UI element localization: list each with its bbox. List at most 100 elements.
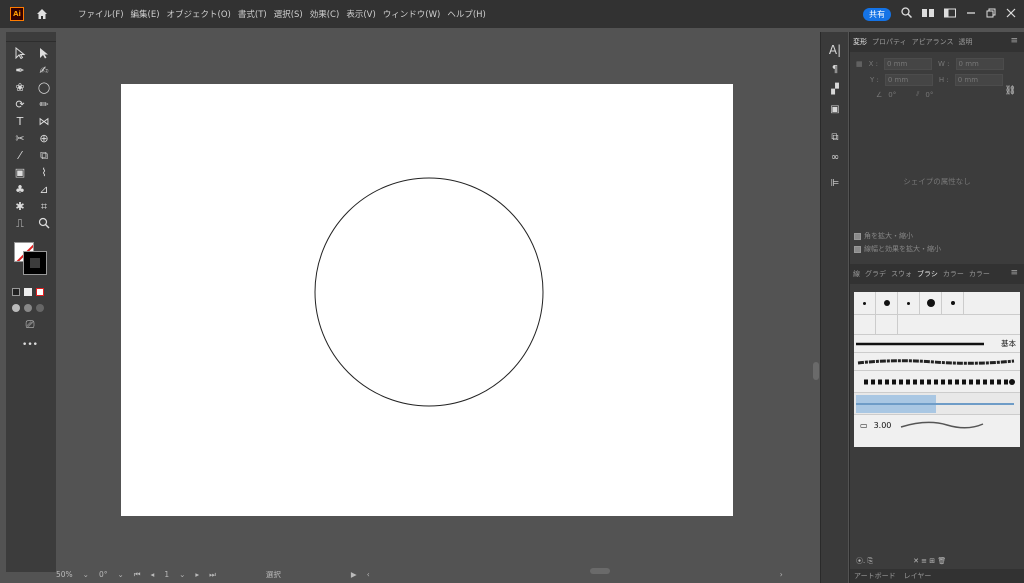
x-field[interactable]: 0 mm xyxy=(884,58,933,70)
chevron-down-icon[interactable]: ⌄ xyxy=(179,570,185,579)
chevron-down-icon[interactable]: ⌄ xyxy=(83,570,89,579)
brush-dot[interactable] xyxy=(898,292,920,314)
prev-artboard-icon[interactable]: ◂ xyxy=(151,570,155,579)
last-artboard-icon[interactable]: ⏭ xyxy=(209,570,216,580)
brush-dot[interactable] xyxy=(942,292,964,314)
brush-dot[interactable] xyxy=(854,292,876,314)
play-icon[interactable]: ▶ xyxy=(351,570,357,579)
tab-stroke[interactable]: 線 xyxy=(853,269,860,279)
shear-field[interactable]: 0° xyxy=(925,91,933,99)
tab-appearance[interactable]: アピアランス xyxy=(912,37,954,47)
export-icon[interactable]: ⧉ xyxy=(821,128,849,148)
rotate-tool-icon[interactable]: ⟳ xyxy=(10,98,30,112)
scroll-right-icon[interactable]: › xyxy=(780,570,783,579)
scale-strokes-option[interactable]: 線幅と効果を拡大・縮小 xyxy=(854,244,1024,254)
circle-shape[interactable] xyxy=(314,177,544,407)
character-icon[interactable]: A| xyxy=(821,40,849,60)
tab-artboards[interactable]: アートボード xyxy=(854,571,896,581)
panel-menu-icon[interactable]: ≡ xyxy=(1010,268,1018,278)
gradient-button[interactable] xyxy=(24,288,32,296)
rotate-view[interactable]: 0° xyxy=(99,570,108,579)
vertical-scroll-thumb[interactable] xyxy=(813,362,819,380)
restore-icon[interactable] xyxy=(986,8,996,21)
draw-normal-icon[interactable] xyxy=(12,304,20,312)
minimize-icon[interactable] xyxy=(966,8,976,21)
slice-tool-icon[interactable]: ⎍ xyxy=(10,217,30,231)
draw-behind-icon[interactable] xyxy=(24,304,32,312)
home-icon[interactable] xyxy=(34,6,50,22)
color-button[interactable] xyxy=(12,288,20,296)
brush-library-menu-icon[interactable]: ⦿. ⎘ xyxy=(856,556,873,566)
menu-view[interactable]: 表示(V) xyxy=(346,8,375,20)
more-tools-icon[interactable]: ••• xyxy=(20,338,40,352)
artboard-tool-icon[interactable]: ⌗ xyxy=(34,200,54,214)
share-button[interactable]: 共有 xyxy=(863,7,891,21)
paragraph-icon[interactable]: ¶ xyxy=(821,60,849,80)
chalk-brush[interactable] xyxy=(854,353,1020,371)
lock-proportions-icon[interactable]: ⛓ xyxy=(1005,86,1016,96)
draw-inside-icon[interactable] xyxy=(36,304,44,312)
zoom-tool-icon[interactable] xyxy=(34,217,54,231)
tab-brushes[interactable]: ブラシ xyxy=(917,269,938,279)
reference-point-icon[interactable]: ▦ xyxy=(856,60,863,68)
stroke-swatch[interactable] xyxy=(23,251,47,275)
artboard[interactable] xyxy=(121,84,733,516)
brush-dot[interactable] xyxy=(876,292,898,314)
none-button[interactable] xyxy=(36,288,44,296)
pen-tool-icon[interactable]: ✒ xyxy=(10,64,30,78)
tab-color-guide[interactable]: カラー xyxy=(969,269,990,279)
selection-tool-icon[interactable] xyxy=(10,46,30,61)
gradient-tool-icon[interactable]: ▣ xyxy=(10,166,30,180)
vertical-scrollbar[interactable] xyxy=(812,40,820,580)
panel-menu-icon[interactable]: ≡ xyxy=(1010,36,1018,46)
tab-layers[interactable]: レイヤー xyxy=(904,571,932,581)
workspace-icon[interactable] xyxy=(922,8,934,21)
curvature-tool-icon[interactable]: ✍ xyxy=(34,64,54,78)
basic-brush[interactable]: 基本 xyxy=(854,335,1020,353)
tab-transform[interactable]: 変形 xyxy=(853,37,867,47)
toolbar-grip[interactable] xyxy=(6,32,56,42)
graph-tool-icon[interactable]: ⊿ xyxy=(34,183,54,197)
zoom-level[interactable]: 50% xyxy=(56,570,73,579)
tab-transparency[interactable]: 透明 xyxy=(958,37,972,47)
type-tool-icon[interactable]: T xyxy=(10,115,30,129)
shape-builder-icon[interactable]: ⊕ xyxy=(34,132,54,146)
search-icon[interactable] xyxy=(901,7,913,21)
eyedropper-tool-icon[interactable]: ⁄ xyxy=(10,149,30,163)
checkbox[interactable] xyxy=(854,245,861,253)
menu-edit[interactable]: 編集(E) xyxy=(131,8,160,20)
arrange-icon[interactable] xyxy=(944,8,956,21)
checkbox[interactable] xyxy=(854,232,861,240)
next-artboard-icon[interactable]: ▸ xyxy=(195,570,199,579)
w-field[interactable]: 0 mm xyxy=(955,58,1004,70)
glyph-icon[interactable]: ▣ xyxy=(821,100,849,120)
h-field[interactable]: 0 mm xyxy=(954,74,1003,86)
links-icon[interactable]: ∞ xyxy=(821,148,849,168)
chevron-down-icon[interactable]: ⌄ xyxy=(118,570,124,579)
tab-swatches[interactable]: スウォ xyxy=(891,269,912,279)
pattern-brush[interactable] xyxy=(854,393,1020,415)
menu-select[interactable]: 選択(S) xyxy=(274,8,303,20)
menu-help[interactable]: ヘルプ(H) xyxy=(447,8,486,20)
stroke-value[interactable]: 3.00 xyxy=(874,421,892,430)
screen-mode-icon[interactable]: ⎚ xyxy=(20,318,40,332)
menu-window[interactable]: ウィンドウ(W) xyxy=(383,8,441,20)
ellipse-tool-icon[interactable]: ◯ xyxy=(34,81,54,95)
artboard-number[interactable]: 1 xyxy=(164,570,169,579)
mesh-tool-icon[interactable]: ⌇ xyxy=(34,166,54,180)
menu-effect[interactable]: 効果(C) xyxy=(310,8,340,20)
align-icon[interactable]: ⊫ xyxy=(821,174,849,194)
y-field[interactable]: 0 mm xyxy=(884,74,933,86)
tab-gradient[interactable]: グラデ xyxy=(865,269,886,279)
symbol-sprayer-icon[interactable]: ♣ xyxy=(10,183,30,197)
reflect-tool-icon[interactable]: ⋈ xyxy=(34,115,54,129)
scissors-tool-icon[interactable]: ✂ xyxy=(10,132,30,146)
tab-properties[interactable]: プロパティ xyxy=(872,37,907,47)
pencil-tool-icon[interactable]: ✏ xyxy=(34,98,54,112)
angle-field[interactable]: 0° xyxy=(888,91,896,99)
menu-file[interactable]: ファイル(F) xyxy=(78,8,124,20)
brush-tool-icon[interactable]: ❀ xyxy=(10,81,30,95)
close-icon[interactable] xyxy=(1006,8,1016,21)
direct-selection-tool-icon[interactable] xyxy=(34,47,54,61)
first-artboard-icon[interactable]: ⏮ xyxy=(134,570,141,580)
